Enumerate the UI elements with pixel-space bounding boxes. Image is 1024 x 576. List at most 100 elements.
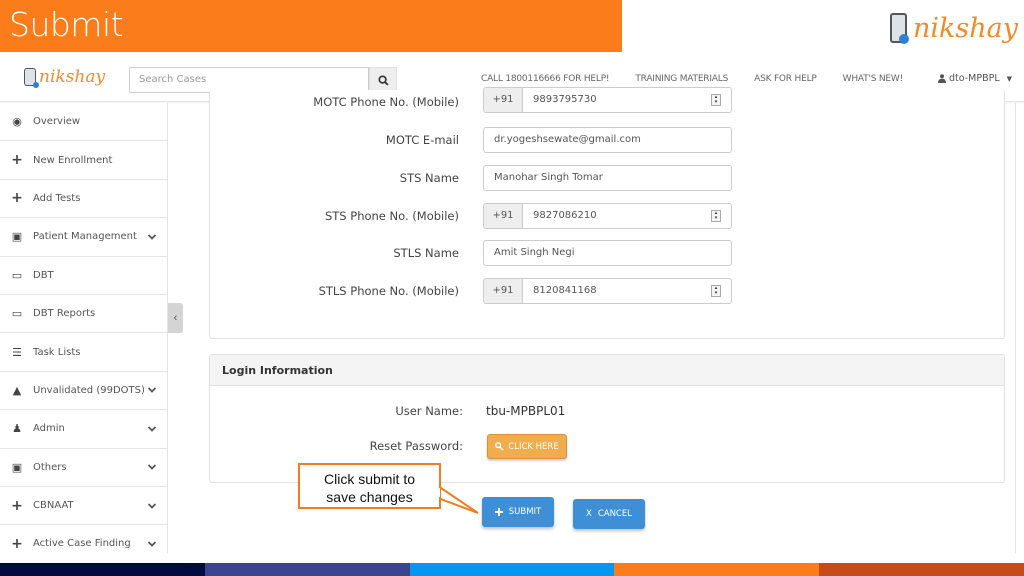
search-icon <box>377 74 389 86</box>
user-icon: ♟ <box>12 422 22 436</box>
stls-phone-row: STLS Phone No. (Mobile) +91 8120841168 ▴… <box>210 278 1004 306</box>
sidebar-item-unvalidated-99dots[interactable]: ▲ Unvalidated (99DOTS) <box>0 372 167 411</box>
user-icon <box>938 74 946 83</box>
phone-icon <box>890 13 910 44</box>
chevron-down-icon[interactable] <box>147 424 157 434</box>
motc-email-input[interactable]: dr.yogeshsewate@gmail.com <box>483 127 732 153</box>
sidebar-item-overview[interactable]: ◉ Overview <box>0 103 167 142</box>
plus-icon: + <box>11 152 23 169</box>
medkit-icon: ▣ <box>11 460 23 474</box>
sidebar-item-label: CBNAAT <box>33 500 74 512</box>
nav-training-materials[interactable]: TRAINING MATERIALS <box>635 74 728 84</box>
medkit-icon: ▣ <box>11 230 23 244</box>
plus-icon: + <box>11 190 23 207</box>
chevron-down-icon[interactable] <box>147 501 157 511</box>
sts-name-row: STS Name Manohar Singh Tomar <box>210 165 1004 193</box>
sidebar-item-dbt[interactable]: ▭ DBT <box>0 257 167 295</box>
scrollbar-track[interactable] <box>1015 103 1016 553</box>
footer-color-block <box>614 563 820 576</box>
money-icon: ▭ <box>11 268 23 282</box>
motc-phone-label: MOTC Phone No. (Mobile) <box>313 95 459 109</box>
submit-button[interactable]: SUBMIT <box>482 497 554 527</box>
close-icon: X <box>586 509 592 519</box>
nav-whats-new[interactable]: WHAT'S NEW! <box>843 74 904 84</box>
sidebar-item-active-case-finding[interactable]: + Active Case Finding <box>0 525 167 553</box>
user-name: dto-MPBPL <box>949 73 1000 84</box>
stls-name-label: STLS Name <box>393 246 459 260</box>
footer-color-strip <box>0 563 1024 576</box>
chevron-down-icon[interactable] <box>147 385 157 395</box>
nav-ask-for-help[interactable]: ASK FOR HELP <box>754 74 817 84</box>
chevron-down-icon[interactable] <box>147 232 157 242</box>
sidebar-item-label: New Enrollment <box>33 154 113 166</box>
spinner-icon[interactable]: ▴ ▾ <box>711 285 721 297</box>
sidebar-item-label: Patient Management <box>33 231 137 243</box>
sidebar-item-label: Task Lists <box>33 346 81 358</box>
stls-phone-input[interactable]: +91 8120841168 ▴ ▾ <box>483 278 732 304</box>
sidebar-item-dbt-reports[interactable]: ▭ DBT Reports <box>0 295 167 334</box>
phone-icon <box>24 68 39 88</box>
sidebar-item-label: Unvalidated (99DOTS) <box>33 384 145 396</box>
nikshay-logo-large: nikshay <box>890 8 1018 48</box>
warning-icon: ▲ <box>12 383 22 397</box>
brand-name: nikshay <box>913 12 1018 44</box>
key-icon <box>495 442 504 451</box>
motc-phone-row: MOTC Phone No. (Mobile) +91 9893795730 ▴… <box>210 87 1004 121</box>
sidebar-item-new-enrollment[interactable]: + New Enrollment <box>0 141 167 180</box>
stls-phone-label: STLS Phone No. (Mobile) <box>318 284 459 298</box>
top-nav: CALL 1800116666 FOR HELP! TRAINING MATER… <box>481 74 929 84</box>
sidebar-item-task-lists[interactable]: ☰ Task Lists <box>0 333 167 372</box>
instruction-callout: Click submit to save changes <box>298 463 441 509</box>
nikshay-logo[interactable]: nikshay <box>24 67 106 88</box>
sidebar-item-label: Overview <box>33 116 81 128</box>
cancel-button[interactable]: X CANCEL <box>573 499 645 529</box>
motc-email-label: MOTC E-mail <box>385 133 459 147</box>
sts-name-label: STS Name <box>399 171 459 185</box>
username-label: User Name: <box>395 404 463 418</box>
sidebar-item-label: Others <box>33 461 67 473</box>
spinner-icon[interactable]: ▴ ▾ <box>711 94 721 106</box>
sidebar-item-label: Admin <box>33 423 65 435</box>
sts-phone-label: STS Phone No. (Mobile) <box>324 209 459 223</box>
reset-password-button[interactable]: CLICK HERE <box>487 434 567 459</box>
spinner-icon[interactable]: ▴ ▾ <box>711 210 721 222</box>
sidebar-item-cbnaat[interactable]: + CBNAAT <box>0 487 167 526</box>
stls-name-input[interactable]: Amit Singh Negi <box>483 240 732 266</box>
sidebar-item-label: Add Tests <box>33 192 81 204</box>
sidebar-item-patient-management[interactable]: ▣ Patient Management <box>0 218 167 257</box>
nav-call-help[interactable]: CALL 1800116666 FOR HELP! <box>481 74 610 84</box>
contact-details-panel: MOTC Phone No. (Mobile) +91 9893795730 ▴… <box>209 87 1005 339</box>
username-value: tbu-MPBPL01 <box>486 404 566 418</box>
slide-title: Submit <box>9 5 124 44</box>
login-information-heading: Login Information <box>210 355 1004 386</box>
footer-color-block <box>0 563 205 576</box>
chevron-left-icon: ‹ <box>173 312 178 324</box>
footer-color-block <box>819 563 1024 576</box>
caret-down-icon: ▼ <box>1006 74 1013 83</box>
motc-phone-input[interactable]: +91 9893795730 ▴ ▾ <box>483 87 732 113</box>
reset-password-label: Reset Password: <box>369 439 463 453</box>
footer-color-block <box>204 563 410 576</box>
footer-color-block <box>409 563 615 576</box>
chevron-down-icon[interactable] <box>147 539 157 549</box>
sidebar-item-others[interactable]: ▣ Others <box>0 449 167 487</box>
header-brand-name: nikshay <box>39 67 106 87</box>
plus-icon: + <box>11 535 23 552</box>
sidebar-item-label: DBT Reports <box>33 308 96 320</box>
sts-name-input[interactable]: Manohar Singh Tomar <box>483 165 732 191</box>
sidebar: ◉ Overview + New Enrollment + Add Tests ▣ Patie… <box>0 103 168 553</box>
sidebar-item-label: Active Case Finding <box>33 538 131 550</box>
sidebar-item-label: DBT <box>33 269 54 281</box>
stls-name-row: STLS Name Amit Singh Negi <box>210 240 1004 268</box>
money-icon: ▭ <box>11 307 23 321</box>
plus-icon: + <box>11 497 23 514</box>
sidebar-item-add-tests[interactable]: + Add Tests <box>0 180 167 219</box>
sidebar-item-admin[interactable]: ♟ Admin <box>0 410 167 449</box>
dashboard-icon: ◉ <box>12 115 22 129</box>
plus-icon <box>494 508 503 516</box>
sts-phone-input[interactable]: +91 9827086210 ▴ ▾ <box>483 203 732 229</box>
country-code: +91 <box>484 88 523 112</box>
user-menu[interactable]: dto-MPBPL ▼ <box>938 73 1012 84</box>
sidebar-collapse-button[interactable]: ‹ <box>168 303 183 333</box>
chevron-down-icon[interactable] <box>147 462 157 472</box>
